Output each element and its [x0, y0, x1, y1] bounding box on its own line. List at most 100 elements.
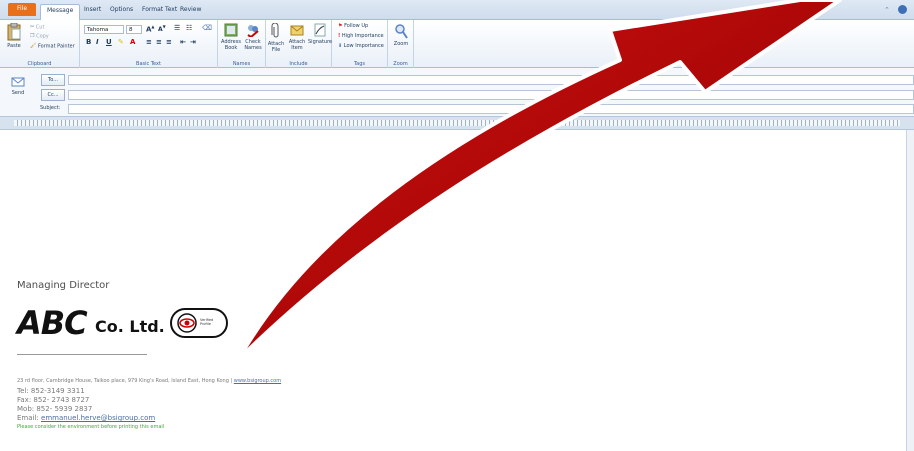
check-names-button[interactable]: Check Names [242, 23, 264, 51]
attach-item-button[interactable]: Attach Item [286, 23, 308, 51]
increase-indent-icon[interactable]: ⇥ [190, 38, 196, 46]
basic-text-group-label: Basic Text [136, 61, 161, 67]
copy-button[interactable]: ❐ Copy [30, 33, 49, 40]
cc-field[interactable] [68, 90, 914, 100]
signature-button[interactable]: Signature [308, 23, 332, 45]
tab-message[interactable]: Message [40, 4, 81, 20]
tab-insert[interactable]: Insert [78, 4, 107, 20]
bold-icon[interactable]: B [86, 38, 91, 46]
address-book-label: Address Book [221, 39, 241, 51]
include-group: Attach File Attach Item Signature Includ… [266, 20, 332, 68]
company-logo-co: Co. Ltd. [95, 317, 165, 336]
attach-file-button[interactable]: Attach File [266, 22, 286, 53]
signature-label: Signature [308, 39, 333, 45]
align-left-icon[interactable]: ≡ [146, 38, 152, 46]
subject-label: Subject: [40, 105, 61, 111]
paste-label: Paste [7, 43, 21, 49]
low-importance-label: Low Importance [343, 43, 384, 49]
format-painter-label: Format Painter [37, 43, 75, 50]
numbering-icon[interactable]: ☷ [186, 24, 192, 32]
email-link[interactable]: emmanuel.herve@bsigroup.com [41, 414, 155, 422]
tab-options[interactable]: Options [104, 4, 139, 20]
clipboard-group-label: Clipboard [27, 61, 52, 67]
signature-fax: Fax: 852- 2743 8727 [17, 396, 90, 404]
names-group-label: Names [232, 61, 251, 67]
brush-icon: 🖌 [30, 43, 37, 49]
message-body[interactable] [0, 130, 910, 451]
tags-group: ⚑ Follow Up ! High Importance ⬇ Low Impo… [332, 20, 388, 68]
to-button[interactable]: To... [41, 74, 65, 86]
attach-item-label: Attach Item [288, 39, 306, 51]
attach-file-label: Attach File [267, 41, 285, 53]
signature-icon [314, 23, 326, 37]
send-button[interactable]: Send [4, 74, 32, 102]
ruler-ticks[interactable] [14, 120, 900, 126]
magnifier-icon [395, 24, 408, 39]
copy-label: Copy [36, 33, 49, 40]
follow-up-label: Follow Up [344, 23, 369, 29]
cc-button[interactable]: Cc... [41, 89, 65, 101]
align-center-icon[interactable]: ≡ [156, 38, 162, 46]
flag-icon: ⚑ [338, 23, 343, 29]
exclamation-icon: ! [338, 33, 341, 39]
follow-up-button[interactable]: ⚑ Follow Up [338, 23, 368, 29]
address-text: 23 rd floor, Cambridge House, Taikoo pla… [17, 378, 233, 384]
envelope-icon [290, 25, 304, 36]
align-right-icon[interactable]: ≡ [166, 38, 172, 46]
paste-icon [7, 22, 21, 41]
italic-icon[interactable]: I [96, 38, 99, 46]
send-envelope-icon [11, 77, 25, 87]
signature-mob: Mob: 852- 5939 2837 [17, 405, 93, 413]
website-link[interactable]: www.bsigroup.com [234, 378, 281, 384]
cut-button[interactable]: ✂ Cut [30, 24, 44, 31]
help-icon[interactable] [898, 5, 907, 14]
to-field[interactable] [68, 75, 914, 85]
address-book-button[interactable]: Address Book [220, 23, 242, 51]
check-names-label: Check Names [244, 39, 262, 51]
subject-field[interactable] [68, 104, 914, 114]
highlight-icon[interactable]: ✎ [118, 38, 124, 46]
decrease-indent-icon[interactable]: ⇤ [180, 38, 186, 46]
ribbon-tab-strip: File Message Insert Options Format Text … [0, 0, 914, 20]
minimize-ribbon-icon[interactable]: ⌃ [884, 6, 890, 14]
check-names-icon [247, 25, 259, 39]
verified-profile-badge[interactable]: Verified Profile [170, 308, 228, 338]
signature-divider [17, 354, 147, 355]
email-label: Email: [17, 414, 39, 422]
low-importance-button[interactable]: ⬇ Low Importance [338, 43, 384, 49]
paste-button[interactable]: Paste [4, 22, 24, 49]
font-size-combo[interactable]: 8 [126, 25, 142, 34]
environment-note: Please consider the environment before p… [17, 424, 165, 430]
company-logo-abc: ABC [17, 304, 88, 342]
verified-profile-label: Verified Profile [200, 318, 214, 326]
bullets-icon[interactable]: ☰ [174, 24, 180, 32]
zoom-group: Zoom Zoom [388, 20, 414, 68]
zoom-button[interactable]: Zoom [390, 23, 412, 47]
grow-font-icon[interactable]: A▲ [146, 24, 155, 33]
shrink-font-icon[interactable]: A▼ [158, 24, 166, 33]
clear-formatting-icon[interactable]: ⌫ [202, 24, 212, 32]
zoom-group-label: Zoom [393, 61, 408, 67]
signature-email: Email: emmanuel.herve@bsigroup.com [17, 414, 155, 422]
include-group-label: Include [289, 61, 308, 67]
signature-address: 23 rd floor, Cambridge House, Taikoo pla… [17, 378, 281, 384]
format-painter-button[interactable]: 🖌 Format Painter [30, 43, 75, 50]
basic-text-group: Tahoma 8 A▲ A▼ ☰ ☷ ⌫ B I U ✎ A ≡ ≡ ≡ ⇤ ⇥… [80, 20, 218, 68]
send-label: Send [11, 90, 25, 96]
down-arrow-icon: ⬇ [338, 43, 343, 49]
signature-tel: Tel: 852-3149 3311 [17, 387, 85, 395]
vertical-scrollbar[interactable] [906, 130, 914, 451]
ribbon: Paste ✂ Cut ❐ Copy 🖌 Format Painter Clip… [0, 20, 914, 68]
scissors-icon: ✂ [30, 24, 35, 30]
address-book-icon [224, 23, 238, 37]
tab-file[interactable]: File [8, 3, 36, 16]
zoom-label: Zoom [393, 41, 409, 47]
names-group: Address Book Check Names Names [218, 20, 266, 68]
tab-review[interactable]: Review [174, 4, 207, 20]
font-name-combo[interactable]: Tahoma [84, 25, 124, 34]
underline-icon[interactable]: U [106, 38, 112, 46]
high-importance-button[interactable]: ! High Importance [338, 33, 384, 39]
font-color-icon[interactable]: A [130, 38, 135, 46]
clipboard-group: Paste ✂ Cut ❐ Copy 🖌 Format Painter Clip… [0, 20, 80, 68]
tags-group-label: Tags [353, 61, 366, 67]
